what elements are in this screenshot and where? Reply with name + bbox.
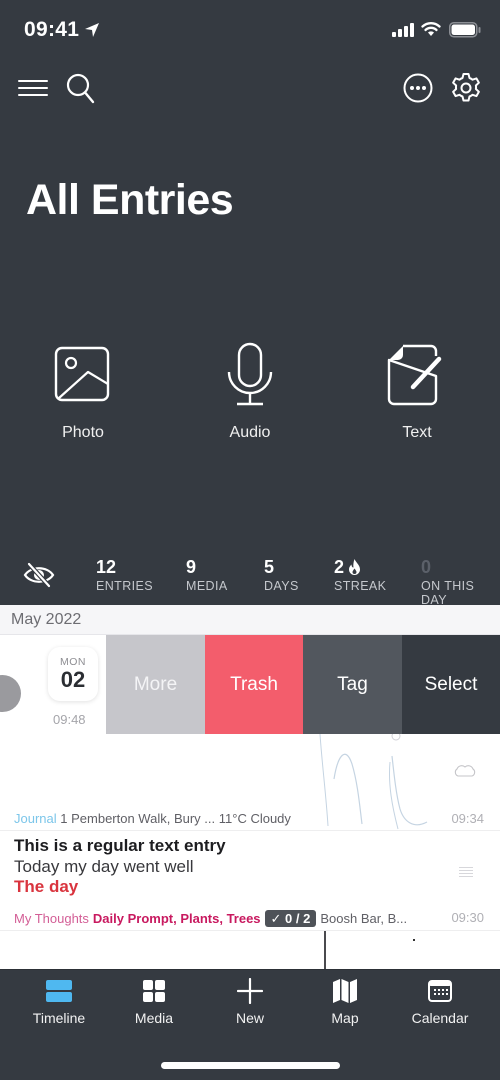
media-grid-icon (143, 980, 165, 1002)
todo-progress-badge: ✓ 0 / 2 (264, 910, 317, 927)
map-icon (333, 979, 357, 1003)
stat-on-this-day-value: 0 (421, 557, 432, 577)
microphone-icon (227, 342, 273, 406)
tab-timeline[interactable]: Timeline (11, 976, 107, 1026)
entry-time: 09:30 (451, 910, 484, 925)
status-time: 09:41 (24, 18, 80, 41)
stat-days[interactable]: 5 DAYS (264, 557, 299, 593)
stats-bar: 12 ENTRIES 9 MEDIA 5 DAYS 2 STREAK 0 ON … (0, 545, 500, 607)
text-lines-icon (459, 867, 473, 877)
date-badge: MON 02 (48, 647, 98, 701)
tab-new[interactable]: New (202, 976, 298, 1026)
settings-gear-icon (452, 73, 480, 102)
stat-on-this-day-label: ON THIS DAY (421, 579, 475, 607)
photo-icon (54, 346, 110, 402)
swiped-entry-row[interactable]: MON 02 09:48 More Trash Tag Select (0, 635, 500, 734)
tab-timeline-label: Timeline (32, 1010, 86, 1026)
entry-title: This is a regular text entry (14, 836, 226, 855)
month-section-header: May 2022 (0, 605, 500, 635)
tab-map-label: Map (331, 1010, 359, 1026)
entry-location: Boosh Bar, B... (320, 911, 408, 926)
text-entry-button[interactable]: Text (357, 340, 477, 442)
cloud-icon (454, 765, 476, 777)
home-indicator[interactable] (161, 1062, 340, 1069)
text-label: Text (402, 424, 432, 441)
stat-streak[interactable]: 2 STREAK (334, 557, 386, 593)
text-entry[interactable]: This is a regular text entry Today my da… (0, 831, 500, 931)
calendar-icon (428, 980, 452, 1002)
location-arrow-icon (85, 23, 99, 37)
stat-media-value: 9 (186, 557, 197, 577)
entry-body: Today my day went well (14, 857, 194, 876)
more-options-icon (403, 73, 433, 103)
quick-actions: Photo Audio Text (0, 340, 500, 450)
flame-icon (349, 559, 361, 575)
stat-days-label: DAYS (264, 579, 299, 593)
more-action-button[interactable]: More (106, 635, 205, 734)
search-icon (66, 73, 95, 104)
journal-name: My Thoughts (14, 911, 89, 926)
stat-days-value: 5 (264, 557, 275, 577)
entry-metadata: My Thoughts Daily Prompt, Plants, Trees … (14, 910, 407, 927)
stat-on-this-day[interactable]: 0 ON THIS DAY (421, 557, 500, 607)
entry-highlight: The day (14, 877, 79, 896)
entry-tags: Daily Prompt, Plants, Trees (92, 911, 261, 926)
stat-streak-label: STREAK (334, 579, 387, 593)
edit-document-icon (387, 344, 442, 406)
entry-location: 1 Pemberton Walk, Bury ... (60, 811, 216, 826)
photo-entry-button[interactable]: Photo (23, 340, 143, 442)
stat-streak-value: 2 (334, 557, 345, 577)
trash-action-button[interactable]: Trash (205, 635, 303, 734)
audio-label: Audio (229, 424, 271, 441)
eye-slash-icon (23, 562, 55, 588)
journal-name: Journal (14, 811, 57, 826)
entry-time: 09:34 (451, 811, 484, 826)
top-navigation (0, 68, 500, 108)
wifi-icon (421, 22, 441, 36)
entry-thumbnail (0, 675, 21, 712)
plus-icon (237, 978, 263, 1004)
drawing-entry[interactable]: Journal 1 Pemberton Walk, Bury ... 11°C … (0, 734, 500, 831)
settings-button[interactable] (448, 68, 484, 108)
tab-calendar[interactable]: Calendar (392, 976, 488, 1026)
entry-weather: 11°C Cloudy (218, 811, 291, 826)
stat-media[interactable]: 9 MEDIA (186, 557, 228, 593)
tab-calendar-label: Calendar (411, 1010, 469, 1026)
menu-button[interactable] (15, 68, 51, 108)
drawing-dot (413, 939, 415, 941)
date-day-number: 02 (60, 667, 86, 692)
search-button[interactable] (63, 68, 99, 108)
more-options-button[interactable] (400, 68, 436, 108)
tab-media[interactable]: Media (106, 976, 202, 1026)
entry-time: 09:48 (53, 712, 86, 727)
drawing-thumbnail (319, 734, 428, 830)
tag-action-button[interactable]: Tag (303, 635, 402, 734)
stat-entries[interactable]: 12 ENTRIES (96, 557, 153, 593)
page-title: All Entries (26, 176, 234, 224)
stat-media-label: MEDIA (186, 579, 228, 593)
tab-map[interactable]: Map (297, 976, 393, 1026)
drawing-stroke (324, 931, 326, 969)
audio-entry-button[interactable]: Audio (190, 340, 310, 442)
timeline-icon (46, 980, 72, 1002)
entry-metadata: Journal 1 Pemberton Walk, Bury ... 11°C … (14, 811, 291, 826)
battery-icon (449, 22, 481, 38)
timeline-list[interactable]: May 2022 MON 02 09:48 More Trash Tag Sel… (0, 605, 500, 969)
cellular-signal-icon (392, 23, 414, 37)
stat-entries-label: ENTRIES (96, 579, 153, 593)
photo-label: Photo (62, 424, 104, 441)
hamburger-menu-icon (18, 80, 48, 96)
partial-entry[interactable] (0, 931, 500, 969)
tab-new-label: New (235, 1010, 264, 1026)
toggle-stats-visibility-button[interactable] (20, 559, 58, 591)
stat-entries-value: 12 (96, 557, 117, 577)
status-bar: 09:41 (0, 0, 500, 60)
select-action-button[interactable]: Select (402, 635, 500, 734)
tab-media-label: Media (134, 1010, 174, 1026)
